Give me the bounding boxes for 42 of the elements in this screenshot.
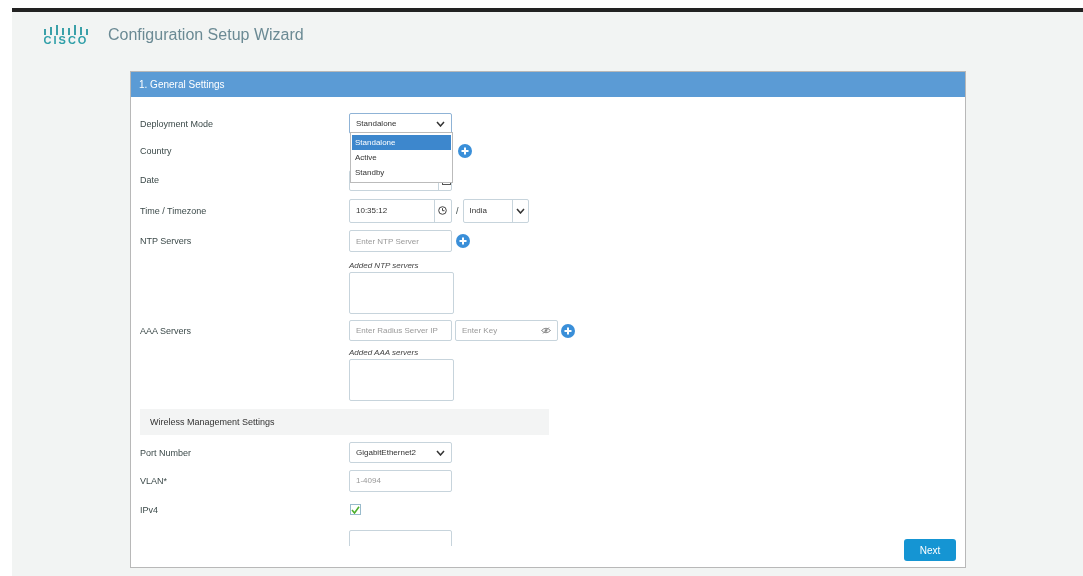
placeholder: Enter Key [462,326,498,335]
separator: / [456,205,459,216]
field-label: Port Number [140,447,193,458]
add-icon[interactable] [561,323,575,338]
field-label: AAA Servers [140,325,193,336]
field-label: NTP Servers [140,236,193,246]
caret-icon [436,120,445,127]
dropdown-value: Standalone [356,119,397,128]
field-label: Country [140,146,173,156]
clock-icon[interactable] [438,206,447,215]
field-label: Date [140,175,160,185]
add-icon[interactable] [458,144,472,158]
checkmark-icon [351,505,360,514]
time-value: 10:35:12 [356,206,388,215]
app-title: Configuration Setup Wizard [108,26,304,44]
list-caption: Added AAA servers [349,347,420,357]
placeholder: 1-4094 [356,476,381,485]
dropdown-option[interactable]: Active [352,150,451,165]
dropdown[interactable]: GigabitEthernet2 [349,442,452,463]
timezone-dropdown[interactable]: India [462,198,529,223]
logo-text: CISCO [43,34,89,46]
timezone-value: India [469,206,487,215]
eye-off-icon[interactable] [541,327,551,334]
caret-icon [436,449,445,456]
checkbox[interactable] [350,504,361,515]
field-label: Time / Timezone [140,205,208,216]
time-field[interactable]: 10:35:12 [349,198,452,223]
field-label: VLAN* [140,475,168,486]
panel-header: 1. General Settings [131,72,965,97]
dropdown-option[interactable]: Standalone [352,135,451,150]
bars-icon [44,24,88,35]
section-header: Wireless Management Settings [140,409,549,435]
placeholder: Enter Radius Server IP [356,326,438,335]
field-label: IPv4 [140,504,159,515]
text-field[interactable] [349,530,452,546]
dropdown[interactable]: Standalone [349,113,452,134]
dropdown-value: GigabitEthernet2 [356,448,417,457]
field-label: Deployment Mode [140,118,215,129]
caret-icon [515,207,525,214]
list-caption: Added NTP servers [349,260,420,270]
placeholder: Enter NTP Server [356,236,419,246]
add-icon[interactable] [456,234,470,248]
